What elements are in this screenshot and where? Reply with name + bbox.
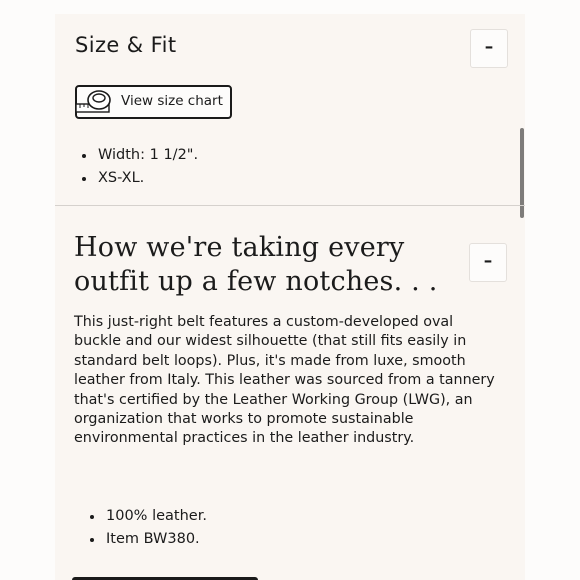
details-collapse-button[interactable]: – <box>469 243 507 282</box>
product-details-panel: Size & Fit – View size chart Width: 1 1/… <box>55 0 525 580</box>
view-size-chart-button[interactable]: View size chart <box>75 85 232 119</box>
size-fit-collapse-button[interactable]: – <box>470 29 508 68</box>
top-band <box>55 0 525 14</box>
list-item: 100% leather. <box>83 505 207 528</box>
details-description: This just-right belt features a custom-d… <box>74 314 495 447</box>
measuring-tape-icon <box>75 88 113 120</box>
section-divider <box>55 205 525 206</box>
size-fit-list: Width: 1 1/2". XS-XL. <box>75 144 198 190</box>
list-item: Width: 1 1/2". <box>75 144 198 167</box>
view-size-chart-label: View size chart <box>121 93 223 109</box>
list-item: Item BW380. <box>83 528 207 551</box>
details-heading: How we're taking every outfit up a few n… <box>74 232 438 297</box>
list-item: XS-XL. <box>75 167 198 190</box>
details-list: 100% leather. Item BW380. <box>83 505 207 551</box>
size-fit-title: Size & Fit <box>75 33 177 57</box>
